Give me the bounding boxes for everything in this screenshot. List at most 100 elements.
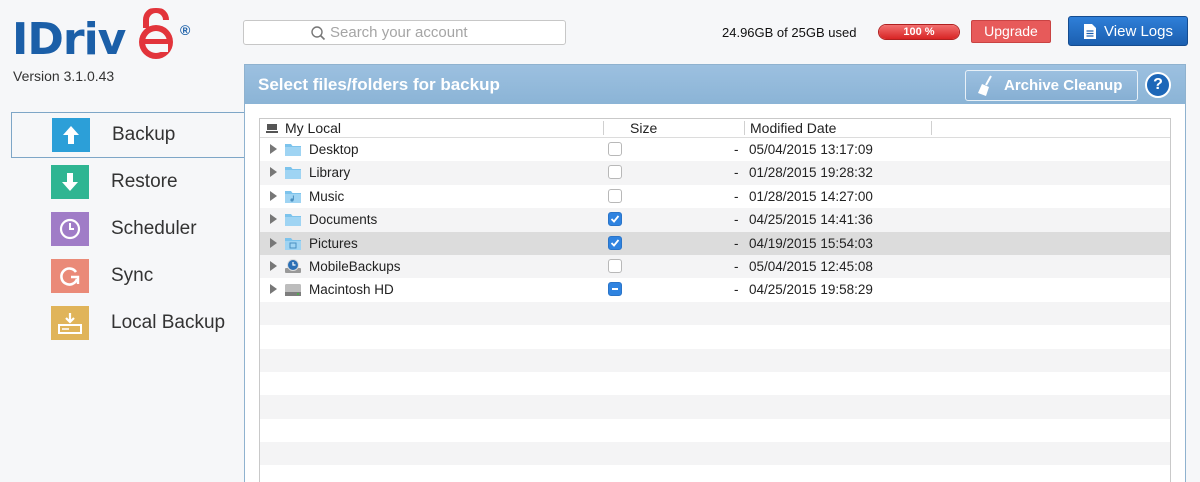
panel-header: Select files/folders for backup Archive … [245, 65, 1185, 104]
modified-date: 01/28/2015 19:28:32 [749, 165, 873, 181]
file-size: - [734, 142, 739, 157]
sidebar-item-local-backup[interactable]: Local Backup [0, 299, 245, 346]
storage-usage-percent: 100 % [903, 26, 935, 38]
file-size: - [734, 235, 739, 251]
table-header: My Local Size Modified Date [260, 119, 1170, 138]
document-icon [1084, 23, 1097, 39]
disclosure-triangle-icon[interactable] [270, 260, 277, 271]
storage-usage-text: 24.96GB of 25GB used [722, 25, 857, 40]
modified-date: 05/04/2015 13:17:09 [749, 142, 873, 157]
file-name: Library [309, 165, 351, 181]
folder-icon [284, 142, 302, 157]
storage-usage-bar: 100 % [878, 24, 960, 40]
row-checkbox[interactable] [608, 235, 622, 250]
search-icon [311, 25, 326, 40]
modified-date: 01/28/2015 14:27:00 [749, 188, 873, 204]
empty-row [260, 465, 1170, 482]
disclosure-triangle-icon[interactable] [270, 237, 277, 248]
file-table: My Local Size Modified Date Desktop -05/0… [259, 118, 1171, 482]
backup-panel: Select files/folders for backup Archive … [244, 64, 1186, 482]
modified-date: 04/25/2015 14:41:36 [749, 212, 873, 228]
panel-title: Select files/folders for backup [258, 74, 500, 94]
empty-row [260, 442, 1170, 466]
search-input[interactable] [330, 24, 530, 41]
sidebar-item-backup[interactable]: Backup [11, 112, 245, 158]
row-checkbox[interactable] [608, 188, 622, 203]
modified-date: 04/19/2015 15:54:03 [749, 235, 873, 251]
table-row[interactable]: Macintosh HD -04/25/2015 19:58:29 [260, 278, 1170, 301]
file-size: - [734, 282, 739, 298]
sidebar-item-sync[interactable]: Sync [0, 252, 245, 299]
download-arrow-icon [51, 164, 89, 199]
file-name: Macintosh HD [309, 282, 394, 298]
file-name: Desktop [309, 142, 359, 157]
computer-icon [266, 124, 278, 133]
column-divider [603, 121, 604, 135]
column-divider [744, 121, 745, 135]
sidebar-item-label: Local Backup [111, 311, 226, 333]
archive-cleanup-button[interactable]: Archive Cleanup [965, 70, 1138, 101]
search-box[interactable] [243, 20, 566, 45]
archive-cleanup-label: Archive Cleanup [1004, 77, 1123, 94]
disclosure-triangle-icon[interactable] [270, 167, 277, 178]
disclosure-triangle-icon[interactable] [270, 190, 277, 201]
app-version: Version 3.1.0.43 [13, 68, 115, 84]
logo-wordmark: IDriv [12, 14, 126, 65]
table-row[interactable]: Documents -04/25/2015 14:41:36 [260, 208, 1170, 232]
table-body: Desktop -05/04/2015 13:17:09 Library -01/28… [260, 138, 1170, 482]
sidebar-item-label: Restore [111, 170, 178, 192]
modified-date: 04/25/2015 19:58:29 [749, 282, 873, 298]
column-header-size[interactable]: Size [630, 120, 657, 136]
registered-mark-icon: ® [180, 22, 191, 38]
file-name: Music [309, 188, 345, 204]
row-checkbox[interactable] [608, 212, 622, 227]
file-size: - [734, 165, 739, 181]
time-machine-drive-icon [284, 258, 302, 274]
logo-lock-e-icon [139, 8, 173, 59]
idrive-logo: IDriv ® [12, 8, 192, 66]
file-name: MobileBackups [309, 258, 401, 274]
sidebar-item-scheduler[interactable]: Scheduler [0, 205, 245, 252]
table-row[interactable]: MobileBackups -05/04/2015 12:45:08 [260, 254, 1170, 279]
empty-row [260, 325, 1170, 348]
disclosure-triangle-icon[interactable] [270, 144, 277, 154]
file-name: Documents [309, 212, 378, 228]
table-row[interactable]: Music -01/28/2015 14:27:00 [260, 185, 1170, 208]
row-checkbox[interactable] [608, 282, 622, 297]
table-row[interactable]: Library -01/28/2015 19:28:32 [260, 161, 1170, 185]
empty-row [260, 395, 1170, 419]
row-checkbox[interactable] [608, 142, 622, 156]
local-drive-icon [51, 305, 89, 340]
pictures-folder-icon [284, 236, 302, 251]
file-size: - [734, 188, 739, 204]
empty-row [260, 301, 1170, 326]
row-checkbox[interactable] [608, 165, 622, 180]
folder-icon [284, 165, 302, 180]
sidebar: Backup Restore Scheduler Sync Local Back… [0, 112, 245, 346]
sidebar-item-label: Backup [112, 124, 176, 145]
disclosure-triangle-icon[interactable] [270, 214, 277, 225]
clock-icon [51, 211, 89, 246]
column-header-name[interactable]: My Local [285, 120, 341, 136]
disclosure-triangle-icon[interactable] [270, 284, 277, 295]
column-header-modified-date[interactable]: Modified Date [750, 120, 836, 136]
view-logs-label: View Logs [1104, 22, 1173, 40]
sidebar-item-restore[interactable]: Restore [0, 158, 245, 205]
help-button[interactable]: ? [1145, 72, 1171, 98]
upgrade-button[interactable]: Upgrade [971, 20, 1051, 43]
empty-row [260, 419, 1170, 442]
modified-date: 05/04/2015 12:45:08 [749, 258, 873, 274]
sync-icon [51, 258, 89, 293]
row-checkbox[interactable] [608, 258, 622, 273]
empty-row [260, 348, 1170, 372]
table-row[interactable]: Pictures -04/19/2015 15:54:03 [260, 231, 1170, 255]
view-logs-button[interactable]: View Logs [1068, 16, 1188, 46]
hard-drive-icon [284, 282, 302, 297]
folder-icon [284, 212, 302, 227]
table-row[interactable]: Desktop -05/04/2015 13:17:09 [260, 138, 1170, 161]
empty-row [260, 372, 1170, 395]
sidebar-item-label: Scheduler [111, 217, 197, 239]
file-size: - [734, 258, 739, 274]
broom-icon [978, 75, 992, 96]
column-divider [931, 121, 932, 135]
